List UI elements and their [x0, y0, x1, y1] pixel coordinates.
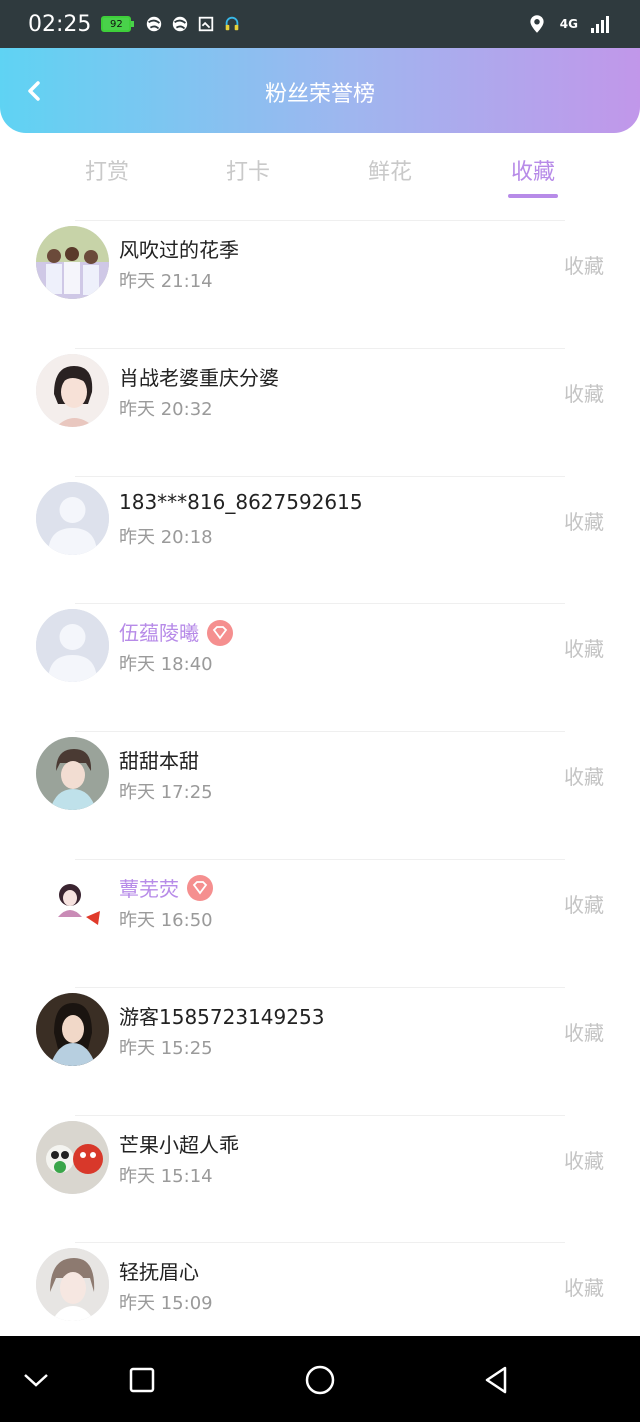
- list-item[interactable]: 风吹过的花季 昨天 21:14 收藏: [0, 220, 640, 348]
- fan-list: 风吹过的花季 昨天 21:14 收藏 肖战老婆重庆分婆 昨天 20:32 收藏 …: [0, 220, 640, 1370]
- user-name: 蕈芜荧: [119, 876, 179, 901]
- timestamp: 昨天 15:14: [119, 1165, 213, 1187]
- user-name: 183***816_8627592615: [119, 489, 363, 514]
- list-item[interactable]: 伍蕴陵曦 昨天 18:40 收藏: [0, 603, 640, 731]
- avatar[interactable]: [36, 1248, 109, 1322]
- battery-icon: 92: [101, 16, 135, 32]
- tab-checkin[interactable]: 打卡: [198, 154, 298, 186]
- tab-bar: 打赏 打卡 鲜花 收藏: [0, 140, 640, 210]
- vip-diamond-icon: [187, 875, 213, 902]
- list-item[interactable]: 游客1585723149253 昨天 15:25 收藏: [0, 986, 640, 1115]
- divider: [75, 1114, 565, 1116]
- favorite-label: 收藏: [564, 1276, 604, 1301]
- list-item[interactable]: 183***816_8627592615 昨天 20:18 收藏: [0, 475, 640, 604]
- status-time: 02:25: [28, 11, 92, 37]
- avatar[interactable]: [36, 481, 109, 555]
- circle-icon[interactable]: [302, 1362, 338, 1398]
- list-item[interactable]: 芒果小超人乖 昨天 15:14 收藏: [0, 1114, 640, 1243]
- avatar[interactable]: [36, 226, 109, 299]
- user-name: 肖战老婆重庆分婆: [119, 365, 279, 390]
- system-nav-bar: [0, 1336, 640, 1422]
- timestamp: 昨天 20:18: [119, 526, 213, 548]
- tab-active-indicator: [508, 194, 558, 198]
- list-item[interactable]: 肖战老婆重庆分婆 昨天 20:32 收藏: [0, 347, 640, 476]
- default-user-icon: [36, 609, 109, 683]
- user-name: 甜甜本甜: [119, 749, 199, 774]
- divider: [75, 1242, 565, 1244]
- user-name: 风吹过的花季: [119, 238, 239, 262]
- divider: [75, 475, 565, 477]
- user-name-vip: 蕈芜荧: [119, 873, 213, 904]
- avatar[interactable]: [36, 1120, 109, 1194]
- vip-diamond-icon: [207, 619, 233, 646]
- favorite-label: 收藏: [564, 381, 604, 406]
- network-type: 4G: [559, 17, 578, 31]
- square-icon[interactable]: [124, 1362, 160, 1398]
- user-name: 芒果小超人乖: [119, 1132, 239, 1157]
- default-user-icon: [36, 481, 109, 555]
- chevron-down-icon[interactable]: [18, 1362, 54, 1398]
- favorite-label: 收藏: [564, 892, 604, 917]
- timestamp: 昨天 16:50: [119, 909, 213, 931]
- status-bar: 02:25 92 4G: [0, 0, 640, 48]
- list-item[interactable]: 蕈芜荧 昨天 16:50 收藏: [0, 858, 640, 987]
- divider: [75, 986, 565, 988]
- timestamp: 昨天 17:25: [119, 782, 213, 804]
- favorite-label: 收藏: [564, 1148, 604, 1173]
- avatar[interactable]: [36, 353, 109, 427]
- favorite-label: 收藏: [564, 637, 604, 662]
- globe-icon: [173, 16, 188, 32]
- divider: [75, 858, 565, 860]
- user-name: 游客1585723149253: [119, 1004, 325, 1029]
- timestamp: 昨天 15:09: [119, 1293, 213, 1315]
- list-item[interactable]: 甜甜本甜 昨天 17:25 收藏: [0, 731, 640, 859]
- signal-icon: [591, 16, 609, 33]
- header-bar: 粉丝荣誉榜: [0, 48, 640, 133]
- triangle-back-icon[interactable]: [478, 1362, 514, 1398]
- headset-icon: [226, 16, 239, 31]
- notification-icons: [145, 15, 241, 33]
- timestamp: 昨天 18:40: [119, 654, 213, 676]
- screenshot-icon: [199, 16, 214, 32]
- user-name-vip: 伍蕴陵曦: [119, 617, 233, 648]
- timestamp: 昨天 20:32: [119, 398, 213, 420]
- avatar[interactable]: [36, 737, 109, 811]
- favorite-label: 收藏: [564, 1020, 604, 1045]
- divider: [75, 731, 565, 733]
- globe-icon: [147, 16, 162, 32]
- location-icon: [530, 15, 544, 33]
- status-right: 4G: [526, 13, 612, 35]
- favorite-label: 收藏: [564, 254, 604, 278]
- avatar[interactable]: [36, 864, 109, 938]
- page-title: 粉丝荣誉榜: [264, 82, 375, 107]
- tab-flowers[interactable]: 鲜花: [340, 154, 440, 186]
- favorite-label: 收藏: [564, 765, 604, 790]
- user-name: 轻抚眉心: [119, 1260, 199, 1285]
- timestamp: 昨天 15:25: [119, 1037, 213, 1059]
- tab-reward[interactable]: 打赏: [57, 154, 157, 186]
- divider: [75, 347, 565, 349]
- timestamp: 昨天 21:14: [119, 271, 213, 292]
- avatar[interactable]: [36, 609, 109, 683]
- avatar[interactable]: [36, 992, 109, 1066]
- tab-favorites[interactable]: 收藏: [483, 154, 583, 198]
- tab-favorites-label: 收藏: [510, 160, 555, 185]
- divider: [75, 220, 565, 221]
- user-name: 伍蕴陵曦: [119, 621, 199, 646]
- favorite-label: 收藏: [564, 509, 604, 534]
- divider: [75, 603, 565, 605]
